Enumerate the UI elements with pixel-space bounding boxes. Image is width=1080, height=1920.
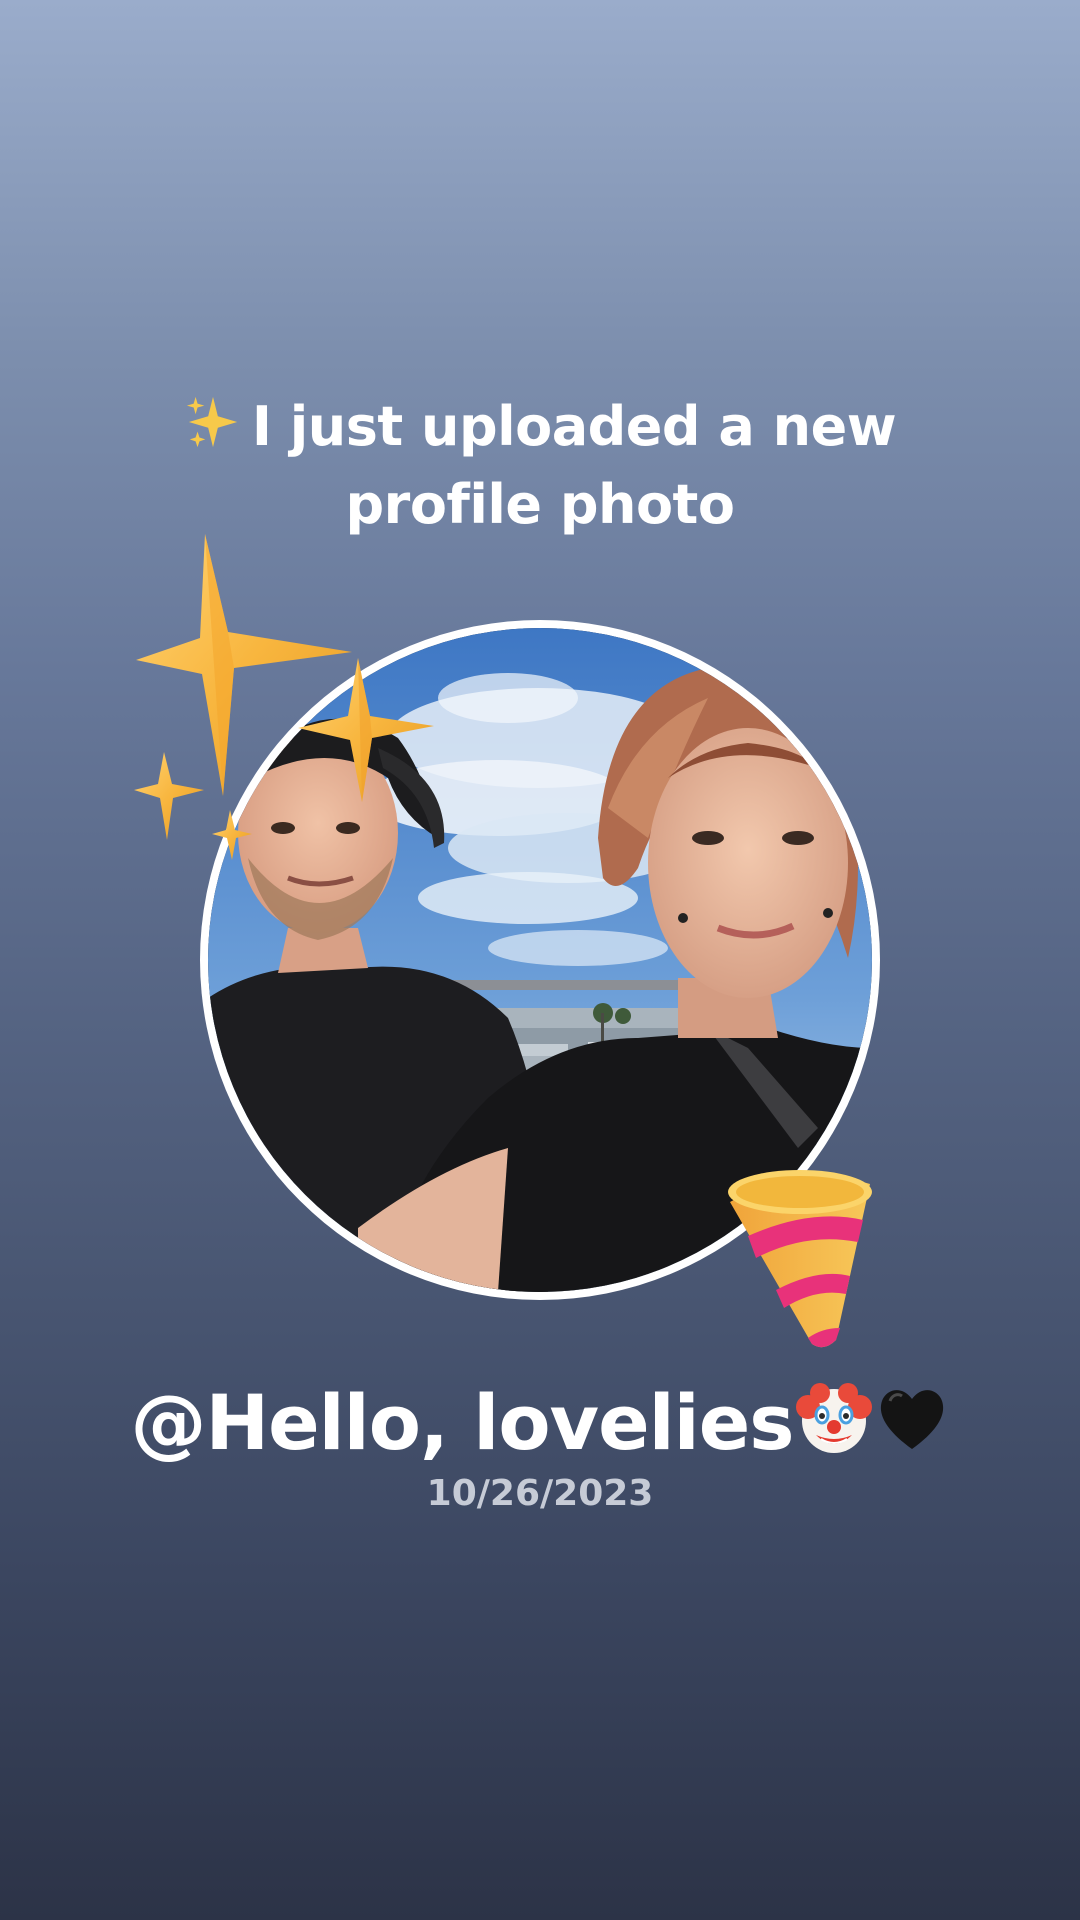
headline-text-1: I just uploaded a new — [251, 395, 897, 458]
post-date: 10/26/2023 — [426, 1473, 654, 1514]
headline: I just uploaded a new profile photo — [0, 388, 1080, 544]
clown-face-icon — [795, 1383, 872, 1453]
username: @Hello, lovelies — [0, 1378, 1080, 1468]
black-heart-icon — [880, 1390, 943, 1449]
username-text: @Hello, lovelies — [130, 1378, 794, 1467]
party-popper-icon — [728, 1170, 872, 1348]
sparkles-icon — [186, 396, 238, 448]
sparkles-icon — [134, 534, 434, 860]
headline-line-1: I just uploaded a new — [0, 388, 1080, 466]
